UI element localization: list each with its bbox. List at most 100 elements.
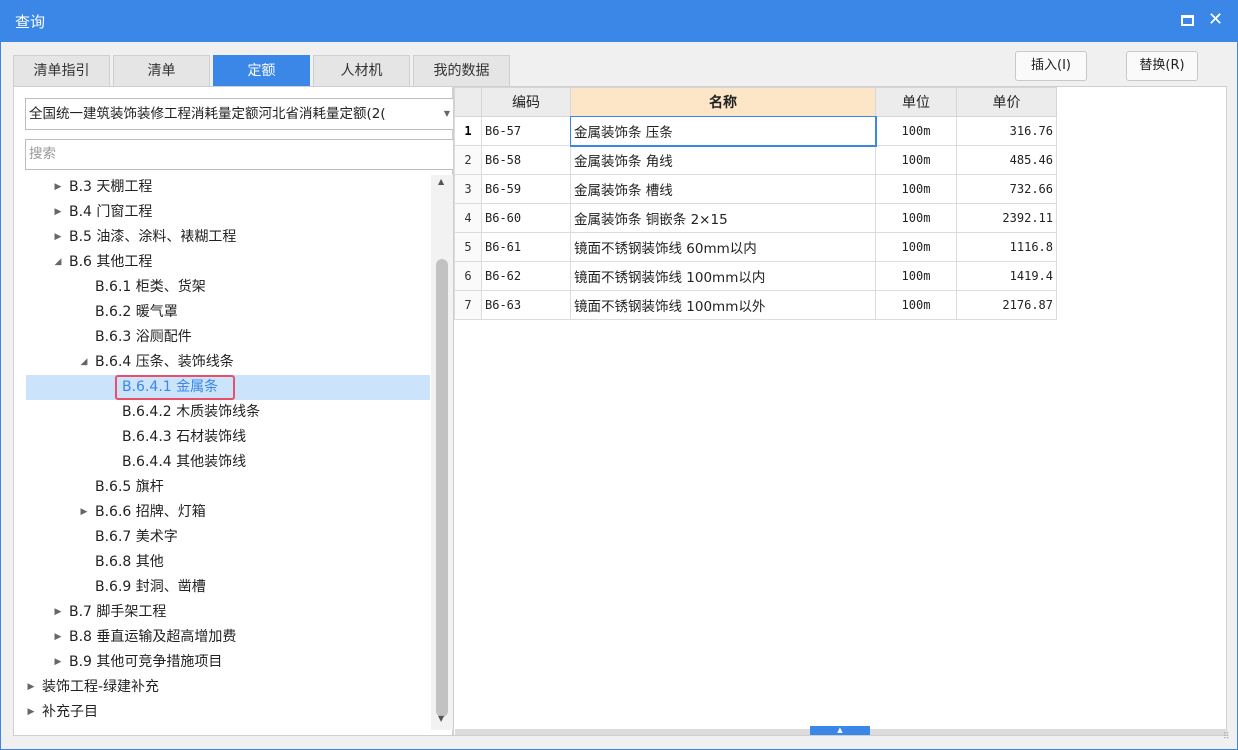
row-number[interactable]: 7 <box>454 290 482 320</box>
row-number[interactable]: 4 <box>454 203 482 233</box>
code-cell[interactable]: B6-57 <box>481 116 571 146</box>
collapsed-arrow-icon[interactable]: ▶ <box>53 600 63 625</box>
tree-node[interactable]: B.6.3 浴厕配件 <box>26 325 430 350</box>
price-cell[interactable]: 485.46 <box>956 145 1057 175</box>
tab-labor-material[interactable]: 人材机 <box>313 55 410 86</box>
table-row[interactable]: 6 B6-62 镜面不锈钢装饰线 100mm以内 100m 1419.4 <box>454 261 1057 291</box>
collapsed-arrow-icon[interactable]: ▶ <box>53 650 63 675</box>
name-cell[interactable]: 金属装饰条 铜嵌条 2×15 <box>570 203 876 233</box>
unit-cell[interactable]: 100m <box>875 203 957 233</box>
splitter-grip-icon[interactable]: ▲ <box>810 726 870 735</box>
tree-node[interactable]: B.6.2 暖气罩 <box>26 300 430 325</box>
tree-node[interactable]: ▶ B.7 脚手架工程 <box>26 600 430 625</box>
tab-list[interactable]: 清单 <box>113 55 210 86</box>
tree-node[interactable]: ▶ 补充子目 <box>26 700 430 725</box>
collapsed-arrow-icon[interactable]: ▶ <box>53 200 63 225</box>
name-cell[interactable]: 镜面不锈钢装饰线 100mm以外 <box>570 290 876 320</box>
code-cell[interactable]: B6-58 <box>481 145 571 175</box>
table-row[interactable]: 7 B6-63 镜面不锈钢装饰线 100mm以外 100m 2176.87 <box>454 290 1057 320</box>
table-row[interactable]: 2 B6-58 金属装饰条 角线 100m 485.46 <box>454 145 1057 175</box>
maximize-icon[interactable] <box>1181 15 1194 26</box>
tree-node[interactable]: B.6.5 旗杆 <box>26 475 430 500</box>
tree-node[interactable]: ▶ B.4 门窗工程 <box>26 200 430 225</box>
name-cell[interactable]: 金属装饰条 角线 <box>570 145 876 175</box>
tree-node[interactable]: B.6.1 柜类、货架 <box>26 275 430 300</box>
row-number[interactable]: 5 <box>454 232 482 262</box>
price-cell[interactable]: 1419.4 <box>956 261 1057 291</box>
tree-node[interactable]: B.6.4.3 石材装饰线 <box>26 425 430 450</box>
close-icon[interactable]: ✕ <box>1208 9 1223 31</box>
code-column-header[interactable]: 编码 <box>481 87 571 117</box>
unit-cell[interactable]: 100m <box>875 290 957 320</box>
code-cell[interactable]: B6-60 <box>481 203 571 233</box>
unit-cell[interactable]: 100m <box>875 145 957 175</box>
collapsed-arrow-icon[interactable]: ▶ <box>53 625 63 650</box>
unit-cell[interactable]: 100m <box>875 174 957 204</box>
tree-node[interactable]: ▶ B.9 其他可竞争措施项目 <box>26 650 430 675</box>
tree-node[interactable]: B.6.4.4 其他装饰线 <box>26 450 430 475</box>
tree-node[interactable]: B.6.8 其他 <box>26 550 430 575</box>
replace-button[interactable]: 替换(R) <box>1126 51 1198 81</box>
table-row[interactable]: 1 B6-57 金属装饰条 压条 100m 316.76 <box>454 115 1057 147</box>
tree-node[interactable]: B.6.7 美术字 <box>26 525 430 550</box>
query-dialog: 查询 ✕ 清单指引 清单 定额 人材机 我的数据 插入(I) 替换(R) 全国统… <box>0 0 1238 750</box>
tree-node[interactable]: ▶ 装饰工程-绿建补充 <box>26 675 430 700</box>
price-cell[interactable]: 2392.11 <box>956 203 1057 233</box>
unit-cell[interactable]: 100m <box>875 232 957 262</box>
price-column-header[interactable]: 单价 <box>956 87 1057 117</box>
tree-node[interactable]: ◢ B.6.4 压条、装饰线条 <box>26 350 430 375</box>
scroll-up-icon[interactable]: ▲ <box>438 177 444 186</box>
name-cell[interactable]: 金属装饰条 压条 <box>569 115 877 147</box>
code-cell[interactable]: B6-61 <box>481 232 571 262</box>
name-column-header[interactable]: 名称 <box>570 87 876 117</box>
unit-column-header[interactable]: 单位 <box>875 87 957 117</box>
tree-node[interactable]: ▶ B.5 油漆、涂料、裱糊工程 <box>26 225 430 250</box>
code-cell[interactable]: B6-62 <box>481 261 571 291</box>
row-number[interactable]: 3 <box>454 174 482 204</box>
expanded-arrow-icon[interactable]: ◢ <box>53 250 63 275</box>
price-cell[interactable]: 1116.8 <box>956 232 1057 262</box>
tab-list-guide[interactable]: 清单指引 <box>13 55 110 86</box>
collapsed-arrow-icon[interactable]: ▶ <box>79 500 89 525</box>
insert-button[interactable]: 插入(I) <box>1015 51 1087 81</box>
tree-scrollbar[interactable]: ▲ ▼ <box>431 175 455 730</box>
name-cell[interactable]: 镜面不锈钢装饰线 60mm以内 <box>570 232 876 262</box>
row-number[interactable]: 6 <box>454 261 482 291</box>
table-row[interactable]: 4 B6-60 金属装饰条 铜嵌条 2×15 100m 2392.11 <box>454 203 1057 233</box>
tab-quota[interactable]: 定额 <box>213 55 310 86</box>
price-cell[interactable]: 316.76 <box>956 116 1057 146</box>
tree-node[interactable]: ▶ B.6.6 招牌、灯箱 <box>26 500 430 525</box>
collapsed-arrow-icon[interactable]: ▶ <box>26 700 36 725</box>
horizontal-scrollbar[interactable]: ▲ <box>455 726 1227 735</box>
row-number[interactable]: 1 <box>454 116 482 146</box>
unit-cell[interactable]: 100m <box>875 261 957 291</box>
name-cell[interactable]: 金属装饰条 槽线 <box>570 174 876 204</box>
expanded-arrow-icon[interactable]: ◢ <box>79 350 89 375</box>
tab-my-data[interactable]: 我的数据 <box>413 55 510 86</box>
tree-node[interactable]: ◢ B.6 其他工程 <box>26 250 430 275</box>
library-select[interactable]: 全国统一建筑装饰装修工程消耗量定额河北省消耗量定额(2( ▼ <box>25 98 457 130</box>
name-cell[interactable]: 镜面不锈钢装饰线 100mm以内 <box>570 261 876 291</box>
price-cell[interactable]: 732.66 <box>956 174 1057 204</box>
scrollbar-thumb[interactable] <box>436 259 448 717</box>
tree-node[interactable]: B.6.9 封洞、凿槽 <box>26 575 430 600</box>
scroll-down-icon[interactable]: ▼ <box>438 714 444 723</box>
code-cell[interactable]: B6-59 <box>481 174 571 204</box>
collapsed-arrow-icon[interactable]: ▶ <box>53 225 63 250</box>
tree-node[interactable]: B.6.4.2 木质装饰线条 <box>26 400 430 425</box>
collapsed-arrow-icon[interactable]: ▶ <box>26 675 36 700</box>
row-number[interactable]: 2 <box>454 145 482 175</box>
resize-grip-icon[interactable]: ⠿ <box>1223 732 1230 742</box>
table-row[interactable]: 5 B6-61 镜面不锈钢装饰线 60mm以内 100m 1116.8 <box>454 232 1057 262</box>
tree-node[interactable]: ▶ B.8 垂直运输及超高增加费 <box>26 625 430 650</box>
right-panel: 编码 名称 单位 单价 1 B6-57 金属装饰条 压条 100m 316.76 2 B6-… <box>453 86 1227 736</box>
collapsed-arrow-icon[interactable]: ▶ <box>53 175 63 200</box>
code-cell[interactable]: B6-63 <box>481 290 571 320</box>
table-header-row: 编码 名称 单位 单价 <box>454 87 1057 117</box>
search-input[interactable]: 搜索 <box>25 139 457 170</box>
price-cell[interactable]: 2176.87 <box>956 290 1057 320</box>
tree-node[interactable]: ▶ B.3 天棚工程 <box>26 175 430 200</box>
unit-cell[interactable]: 100m <box>875 116 957 146</box>
table-row[interactable]: 3 B6-59 金属装饰条 槽线 100m 732.66 <box>454 174 1057 204</box>
tree-node-label: B.6.4.3 石材装饰线 <box>122 429 247 445</box>
